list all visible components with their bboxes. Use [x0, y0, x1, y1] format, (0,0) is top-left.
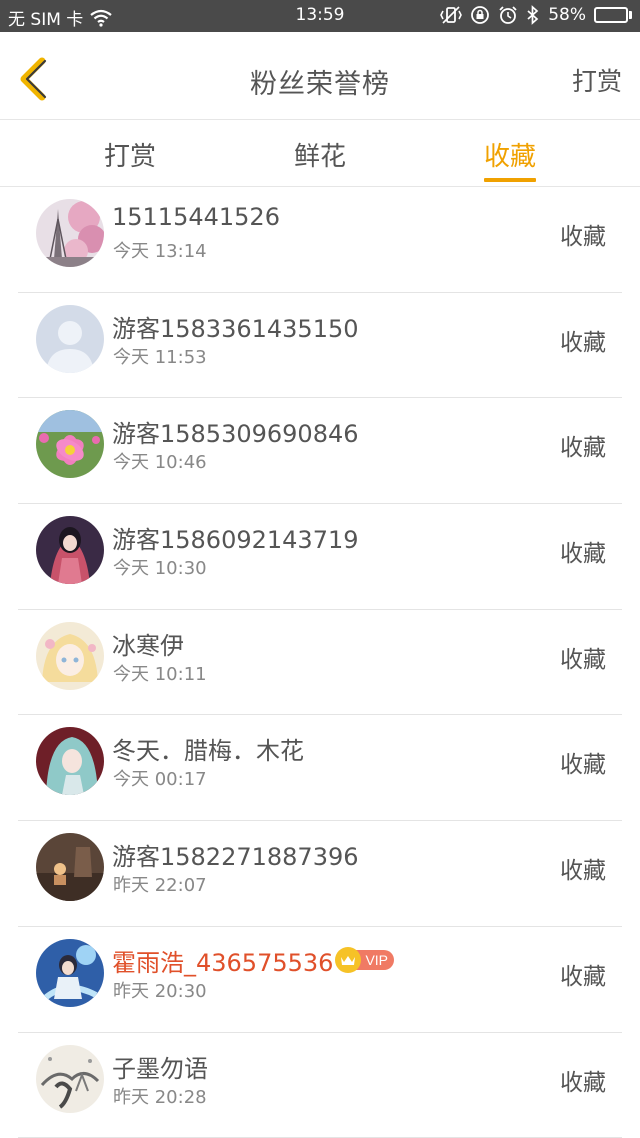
vip-badge: VIP [335, 947, 395, 974]
tab-reward-label: 打赏 [103, 142, 156, 172]
fan-time: 今天 00:17 [113, 769, 207, 791]
avatar[interactable] [36, 410, 104, 479]
fan-name: 游客1586092143719 [112, 526, 359, 555]
fan-time: 今天 10:46 [113, 452, 207, 474]
fan-time: 昨天 22:07 [113, 875, 207, 897]
bluetooth-icon [526, 5, 540, 25]
active-tab-indicator [484, 178, 536, 182]
action-type: 收藏 [560, 435, 606, 462]
action-type: 收藏 [560, 752, 606, 779]
fan-name: 冰寒伊 [112, 631, 184, 660]
list-item[interactable]: 冰寒伊 今天 10:11 收藏 [0, 610, 640, 716]
fan-name: 子墨勿语 [112, 1054, 208, 1083]
action-type: 收藏 [560, 646, 606, 673]
action-type: 收藏 [560, 963, 606, 990]
fan-name: 霍雨浩_436575536 VIP [112, 943, 395, 978]
page-title: 粉丝荣誉榜 [250, 69, 390, 100]
fan-time: 今天 10:30 [113, 558, 207, 580]
fan-list: 15115441526 今天 13:14 收藏 游客1583361435150 … [0, 187, 640, 1138]
fan-time: 昨天 20:28 [113, 1086, 207, 1108]
battery-icon [594, 7, 632, 23]
action-type: 收藏 [560, 224, 606, 250]
fan-name: 15115441526 [112, 203, 280, 231]
tab-flowers[interactable]: 鲜花 [250, 121, 390, 187]
avatar[interactable] [36, 938, 104, 1007]
list-item[interactable]: 15115441526 今天 13:14 收藏 [0, 187, 640, 293]
action-type: 收藏 [560, 329, 606, 356]
avatar[interactable] [36, 727, 104, 796]
action-type: 收藏 [560, 541, 606, 568]
action-type: 收藏 [560, 1069, 606, 1096]
vip-label: VIP [355, 950, 395, 971]
list-item[interactable]: 游客1585309690846 今天 10:46 收藏 [0, 398, 640, 505]
avatar[interactable] [36, 304, 104, 373]
alarm-icon [498, 5, 518, 25]
avatar[interactable] [36, 1044, 104, 1113]
battery-percent: 58% [548, 5, 586, 25]
list-item[interactable]: 子墨勿语 昨天 20:28 收藏 [0, 1033, 640, 1138]
fan-time: 今天 13:14 [113, 241, 207, 262]
list-item[interactable]: 游客1582271887396 昨天 22:07 收藏 [0, 821, 640, 927]
avatar[interactable] [36, 516, 104, 585]
list-item[interactable]: 游客1586092143719 今天 10:30 收藏 [0, 504, 640, 610]
list-item[interactable]: 霍雨浩_436575536 VIP 昨天 20:30 收藏 [0, 927, 640, 1033]
fan-time: 今天 11:53 [113, 346, 207, 368]
fan-name-text: 霍雨浩_436575536 [112, 948, 334, 977]
rotation-lock-icon [470, 5, 490, 25]
tab-reward[interactable]: 打赏 [60, 121, 200, 187]
fan-name: 游客1583361435150 [112, 314, 359, 343]
vibrate-icon [440, 5, 463, 25]
avatar[interactable] [36, 199, 104, 267]
fan-name: 游客1582271887396 [112, 843, 359, 872]
list-item[interactable]: 游客1583361435150 今天 11:53 收藏 [0, 293, 640, 399]
fan-time: 今天 10:11 [113, 663, 207, 685]
tab-bar: 打赏 鲜花 收藏 [0, 121, 640, 187]
avatar[interactable] [36, 833, 104, 902]
fan-name: 冬天．腊梅．木花 [112, 737, 304, 766]
fan-name: 游客1585309690846 [112, 420, 359, 449]
tab-favorites-label: 收藏 [483, 142, 536, 172]
list-item[interactable]: 冬天．腊梅．木花 今天 00:17 收藏 [0, 715, 640, 822]
header: 粉丝荣誉榜 打赏 [0, 32, 640, 120]
action-type: 收藏 [560, 858, 606, 885]
tab-flowers-label: 鲜花 [293, 142, 346, 172]
tab-favorites[interactable]: 收藏 [440, 121, 580, 187]
reward-button[interactable]: 打赏 [572, 62, 622, 98]
status-bar: 无 SIM 卡 13:59 58% [0, 0, 640, 32]
fan-time: 昨天 20:30 [113, 980, 207, 1002]
avatar[interactable] [36, 621, 104, 690]
